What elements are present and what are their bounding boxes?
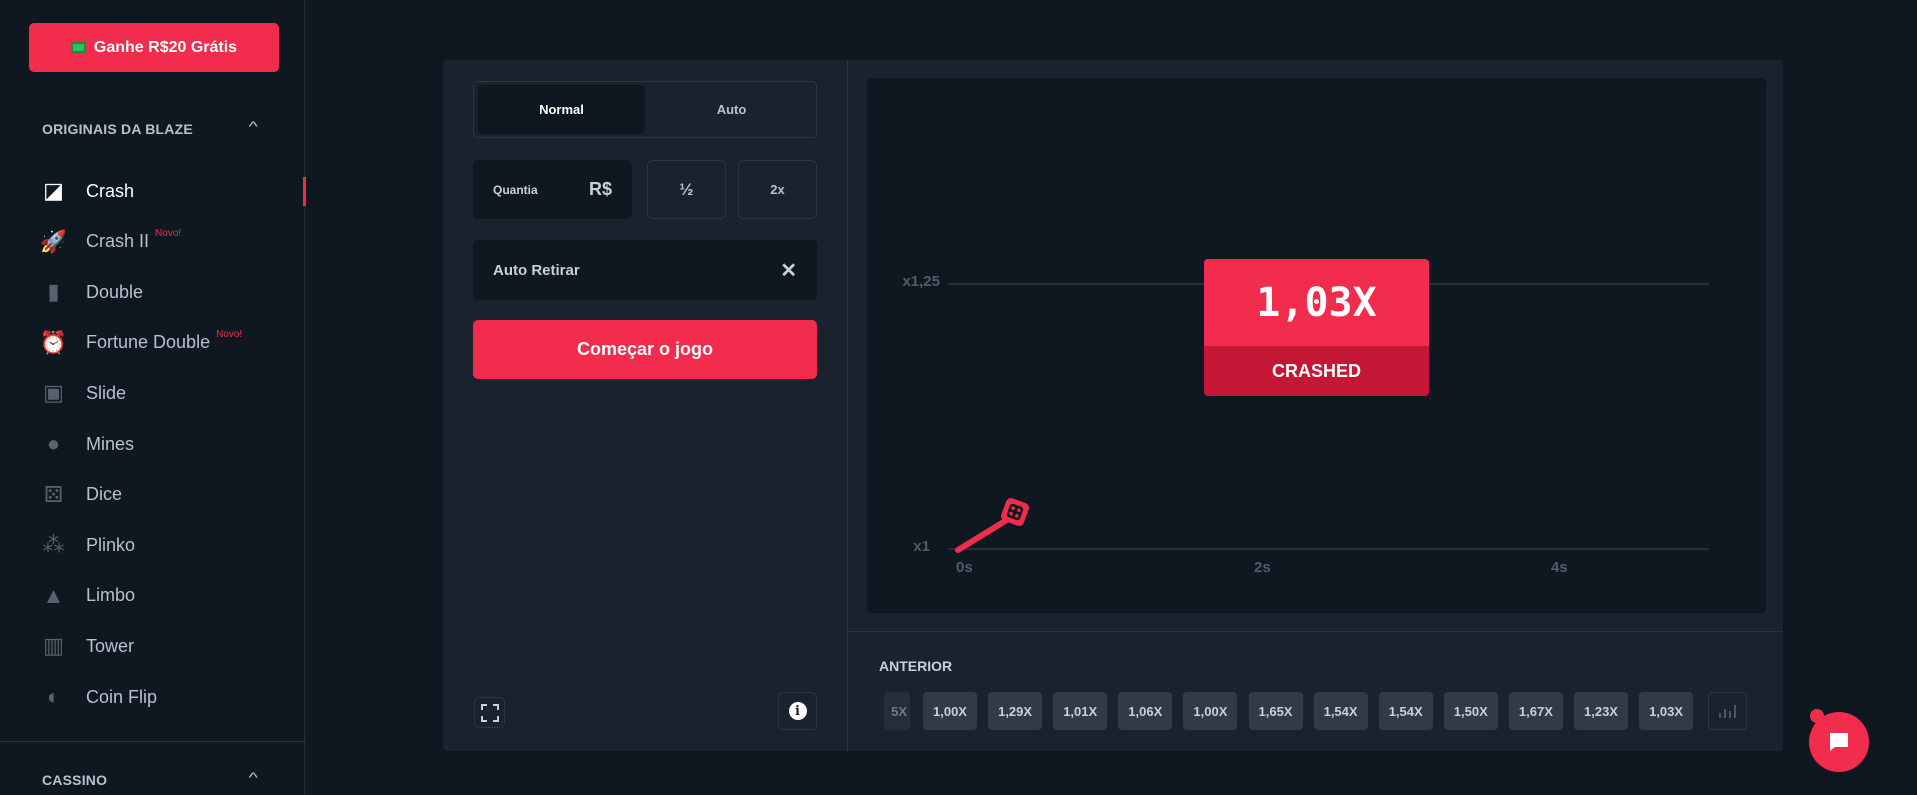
double-icon: ▮ [47,279,60,305]
sidebar-item-coin-flip[interactable]: ◐ Coin Flip [41,677,291,717]
sidebar-item-label: Double [86,281,144,302]
y-label: x1 [913,538,930,555]
history-title: ANTERIOR [879,658,953,674]
auto-cashout-input[interactable]: Auto Retirar ✕ [473,240,817,300]
tab-auto[interactable]: Auto [648,85,815,134]
history-chip[interactable]: 1,67X [1508,692,1563,730]
section-originals[interactable]: ORIGINAIS DA BLAZE [42,121,193,137]
currency-label: R$ [588,179,612,199]
mode-tabs: Normal Auto [473,81,817,138]
crash-status: CRASHED [1204,346,1429,396]
fullscreen-icon[interactable] [474,697,505,728]
history-chip[interactable]: 1,06X [1118,692,1173,730]
sidebar-item-plinko[interactable]: ⁂ Plinko [41,525,291,565]
sidebar-item-label: Crash II [86,231,150,252]
history-chip[interactable]: 1,23X [1574,692,1628,730]
sidebar-item-label: Mines [86,433,135,454]
history-chip[interactable]: 1,65X [1248,692,1303,730]
history-chip[interactable]: 1,54X [1378,692,1433,730]
crash-multiplier: 1,03X [1204,259,1429,346]
limbo-arrow-icon: ▲ [42,582,65,608]
x-label: 4s [1551,559,1568,576]
half-button[interactable]: ½ [647,160,726,219]
sidebar-item-label: Dice [86,484,123,505]
start-game-button[interactable]: Começar o jogo [473,320,817,379]
stats-button[interactable] [1708,692,1747,730]
active-indicator [303,177,306,206]
coin-icon: ◐ [46,684,61,709]
history-chip[interactable]: 1,03X [1639,692,1694,730]
info-button[interactable]: i [778,692,817,730]
crash-icon: ◪ [43,178,64,203]
sidebar-item-tower[interactable]: ▥ Tower [41,626,291,666]
sidebar-item-slide[interactable]: ▣ Slide [41,373,291,413]
chat-icon [1830,733,1848,751]
history-chip[interactable]: 1,01X [1053,692,1108,730]
history-chip[interactable]: 1,54X [1313,692,1368,730]
bomb-icon: ● [46,431,61,456]
sidebar-item-crash[interactable]: ◪ Crash [41,171,291,211]
sidebar-item-double[interactable]: ▮ Double [41,272,291,312]
sidebar-item-crash-ii[interactable]: 🚀 Crash II Novo! [39,222,291,262]
amount-label: Quantia [493,182,538,197]
new-badge: Novo! [155,228,182,240]
promo-button[interactable]: Ganhe R$20 Grátis [29,23,279,72]
crash-curve [955,498,1029,553]
dice-icon: ⚄ [43,481,64,507]
rocket-icon: 🚀 [39,228,68,254]
sidebar-item-mines[interactable]: ● Mines [41,424,291,464]
sidebar-item-limbo[interactable]: ▲ Limbo [41,576,291,616]
new-badge: Novo! [216,329,243,341]
history-chip[interactable]: 5X [884,692,910,730]
divider [0,741,305,742]
x-label: 2s [1254,559,1271,576]
sidebar-item-label: Limbo [86,585,136,606]
divider [848,631,1783,632]
sidebar-item-label: Slide [86,382,127,403]
amount-input[interactable]: Quantia R$ [473,160,632,219]
fortune-clock-icon: ⏰ [39,329,68,355]
double-button[interactable]: 2x [738,160,817,219]
sidebar: Ganhe R$20 Grátis ORIGINAIS DA BLAZE ^ ◪… [0,0,306,795]
tab-normal[interactable]: Normal [478,85,645,134]
cash-icon [70,42,86,53]
close-icon[interactable]: ✕ [780,258,797,283]
x-label: 0s [956,559,973,576]
history-chip[interactable]: 1,29X [988,692,1043,730]
sidebar-item-dice[interactable]: ⚄ Dice [41,475,291,515]
history-chip[interactable]: 1,00X [923,692,977,730]
sidebar-item-label: Coin Flip [86,686,158,707]
sidebar-item-label: Crash [86,180,135,201]
info-icon: i [788,702,807,720]
chevron-up-icon[interactable]: ^ [249,118,258,134]
chevron-up-icon[interactable]: ^ [249,769,258,785]
promo-label: Ganhe R$20 Grátis [93,38,238,56]
plinko-icon: ⁂ [42,532,65,558]
notification-dot [1810,709,1824,723]
crash-result-card: 1,03X CRASHED [1204,259,1429,396]
sidebar-item-label: Tower [86,635,135,656]
bar-chart-icon [1719,705,1736,718]
section-casino[interactable]: CASSINO [42,772,107,788]
sidebar-item-label: Plinko [86,534,136,555]
sidebar-item-fortune-double[interactable]: ⏰ Fortune Double Novo! [39,323,291,363]
auto-cashout-label: Auto Retirar [493,261,580,279]
tower-icon: ▥ [43,633,64,659]
gridline [948,548,1709,550]
history-chip[interactable]: 1,00X [1183,692,1238,730]
sidebar-item-label: Fortune Double [86,332,211,353]
y-label: x1,25 [902,273,940,290]
slide-icon: ▣ [43,380,64,406]
history-chip[interactable]: 1,50X [1443,692,1498,730]
